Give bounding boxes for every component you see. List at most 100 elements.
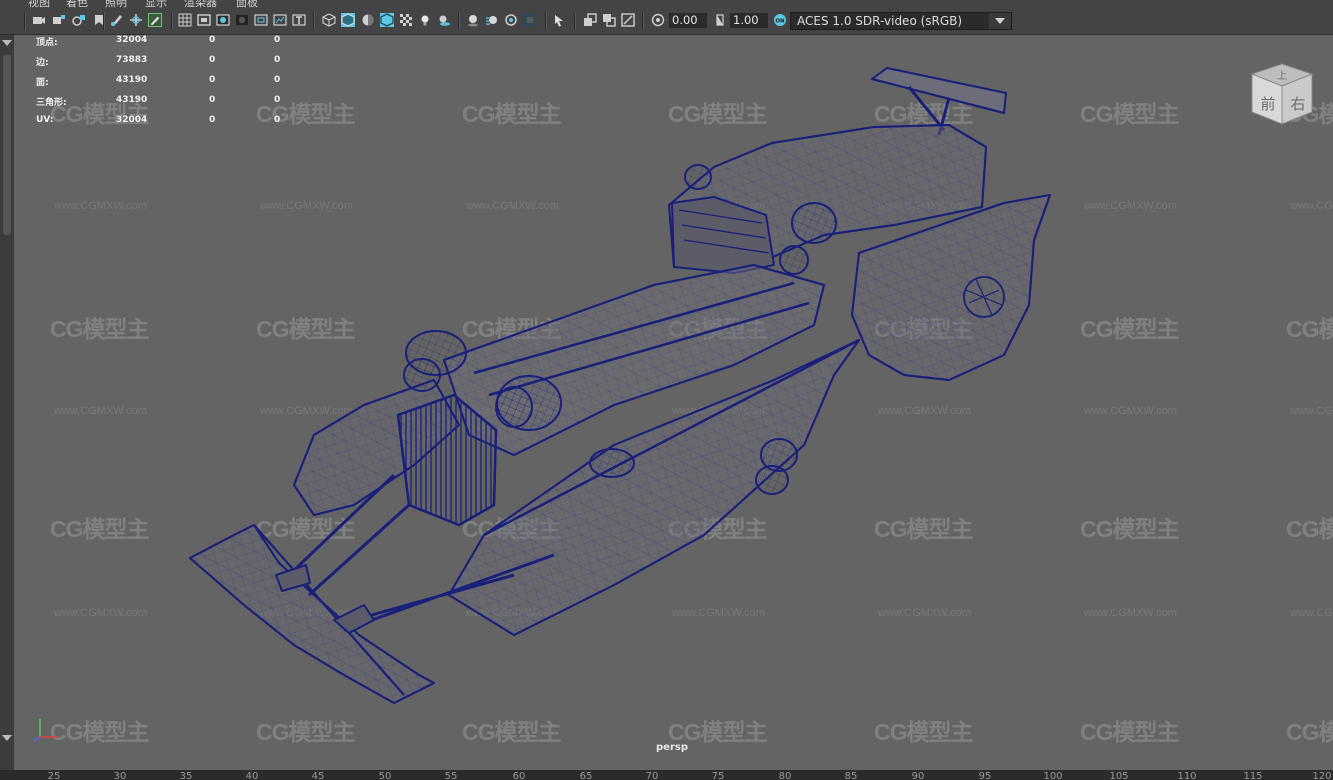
hud-value: 0 [274,55,281,65]
color-management-dropdown[interactable]: ACES 1.0 SDR-video (sRGB) [790,12,1012,30]
safe-action-icon[interactable] [273,13,287,27]
default-material-icon[interactable] [361,13,375,27]
ruler-tick: 75 [711,771,725,780]
bookmark-icon[interactable] [72,13,86,27]
hud-value: 73883 [116,55,148,65]
ruler-tick: 50 [378,771,392,780]
anti-alias-icon[interactable] [504,13,518,27]
ruler-tick: 90 [911,771,925,780]
grease-pencil-icon[interactable] [110,13,124,27]
textured-icon[interactable] [399,13,413,27]
hud-value: 0 [209,75,216,85]
backface-icon[interactable] [621,13,635,27]
film-gate-icon[interactable] [197,13,211,27]
hud-value: 32004 [116,35,148,45]
hud-label-triangles: 三角形: [36,98,67,108]
menu-shading[interactable]: 着色 [66,0,88,8]
toolbar-separator [642,12,644,30]
hud-label-faces: 面: [36,78,49,88]
view-cube[interactable]: 上 前 右 [1246,60,1318,132]
menu-bar: 视图 着色 照明 显示 渲染器 面板 [0,0,1333,8]
chevron-down-icon[interactable] [989,13,1011,29]
exposure-field[interactable]: 1.00 [730,13,768,28]
hud-value: 0 [209,35,216,45]
viewcube-top-label[interactable]: 上 [1277,70,1287,82]
time-slider-ruler[interactable]: 25 30 35 40 45 50 55 60 65 70 75 80 85 9… [0,770,1333,780]
gate-mask-icon[interactable] [235,13,249,27]
hud-label-edges: 边: [36,58,49,68]
safe-title-icon[interactable] [292,13,306,27]
camera-name-label: persp [656,742,688,753]
hud-label-vertices: 顶点: [36,38,58,48]
menu-lighting[interactable]: 照明 [105,0,127,8]
hud-value: 0 [274,35,281,45]
left-panel-strip [0,35,14,770]
menu-renderer[interactable]: 渲染器 [184,0,217,8]
toolbar-separator [24,12,26,30]
color-management-label: ACES 1.0 SDR-video (sRGB) [797,14,963,28]
hud-value: 0 [274,95,281,105]
resolution-gate-icon[interactable] [216,13,230,27]
menu-panels[interactable]: 面板 [236,0,258,8]
lights-icon[interactable] [418,13,432,27]
wireframe-icon[interactable] [322,13,336,27]
ruler-tick: 110 [1177,771,1197,780]
toolbar-separator [574,12,576,30]
car-wireframe-model[interactable] [14,35,1333,770]
field-chart-icon[interactable] [254,13,268,27]
exposure-icon[interactable] [713,13,727,27]
axis-gizmo [32,719,58,742]
isolate-select-icon[interactable] [553,13,567,27]
shadows-icon[interactable] [437,13,451,27]
motion-blur-icon[interactable] [485,13,499,27]
ruler-tick: 100 [1043,771,1063,780]
color-management-toggle-icon[interactable]: ON [773,13,787,27]
ruler-tick: 65 [579,771,593,780]
gamma-icon[interactable] [651,13,665,27]
toolbar-separator [313,12,315,30]
ruler-tick: 25 [47,771,61,780]
toolbar-separator [103,12,105,30]
xray-active-icon[interactable] [602,13,616,27]
ambient-occlusion-icon[interactable] [466,13,480,27]
scrollbar[interactable] [0,35,14,770]
ruler-tick: 120 [1312,771,1332,780]
ruler-tick: 105 [1109,771,1129,780]
svg-text:ON: ON [775,18,785,24]
hud-value: 0 [209,115,216,125]
grid-icon[interactable] [178,13,192,27]
hud-value: 43190 [116,75,148,85]
smooth-shade-icon[interactable] [341,13,355,27]
hud-value: 32004 [116,115,148,125]
viewport-3d[interactable]: CG模型主CG模型主CG模型主CG模型主CG模型主CG模型主CG模型主CG模型主… [14,35,1333,770]
panel-toolbar: 0.00 1.00 ON ACES 1.0 SDR-video (sRGB) [0,8,1333,35]
xray-joints-icon[interactable] [583,13,597,27]
hud-value: 0 [209,55,216,65]
depth-of-field-icon[interactable] [523,13,537,27]
hud-value: 0 [274,115,281,125]
menu-view[interactable]: 视图 [28,0,50,8]
ruler-tick: 95 [978,771,992,780]
toolbar-separator [171,12,173,30]
hud-value: 0 [209,95,216,105]
two-d-pan-icon[interactable] [129,13,143,27]
camera-attr-icon[interactable] [52,13,66,27]
hud-value: 43190 [116,95,148,105]
ruler-tick: 35 [179,771,193,780]
gamma-field[interactable]: 0.00 [669,13,707,28]
hud-label-uvs: UV: [36,115,54,125]
ruler-tick: 60 [512,771,526,780]
toolbar-separator [458,12,460,30]
ruler-tick: 85 [844,771,858,780]
ruler-tick: 70 [645,771,659,780]
viewcube-right-label[interactable]: 右 [1290,95,1305,113]
ruler-tick: 40 [245,771,259,780]
camera-icon[interactable] [32,13,46,27]
viewcube-front-label[interactable]: 前 [1260,95,1275,113]
toolbar-separator [545,12,547,30]
menu-show[interactable]: 显示 [145,0,167,8]
pencil-tool-icon[interactable] [148,13,162,27]
xray-icon[interactable] [380,13,394,27]
ruler-tick: 80 [778,771,792,780]
ruler-tick: 115 [1243,771,1263,780]
